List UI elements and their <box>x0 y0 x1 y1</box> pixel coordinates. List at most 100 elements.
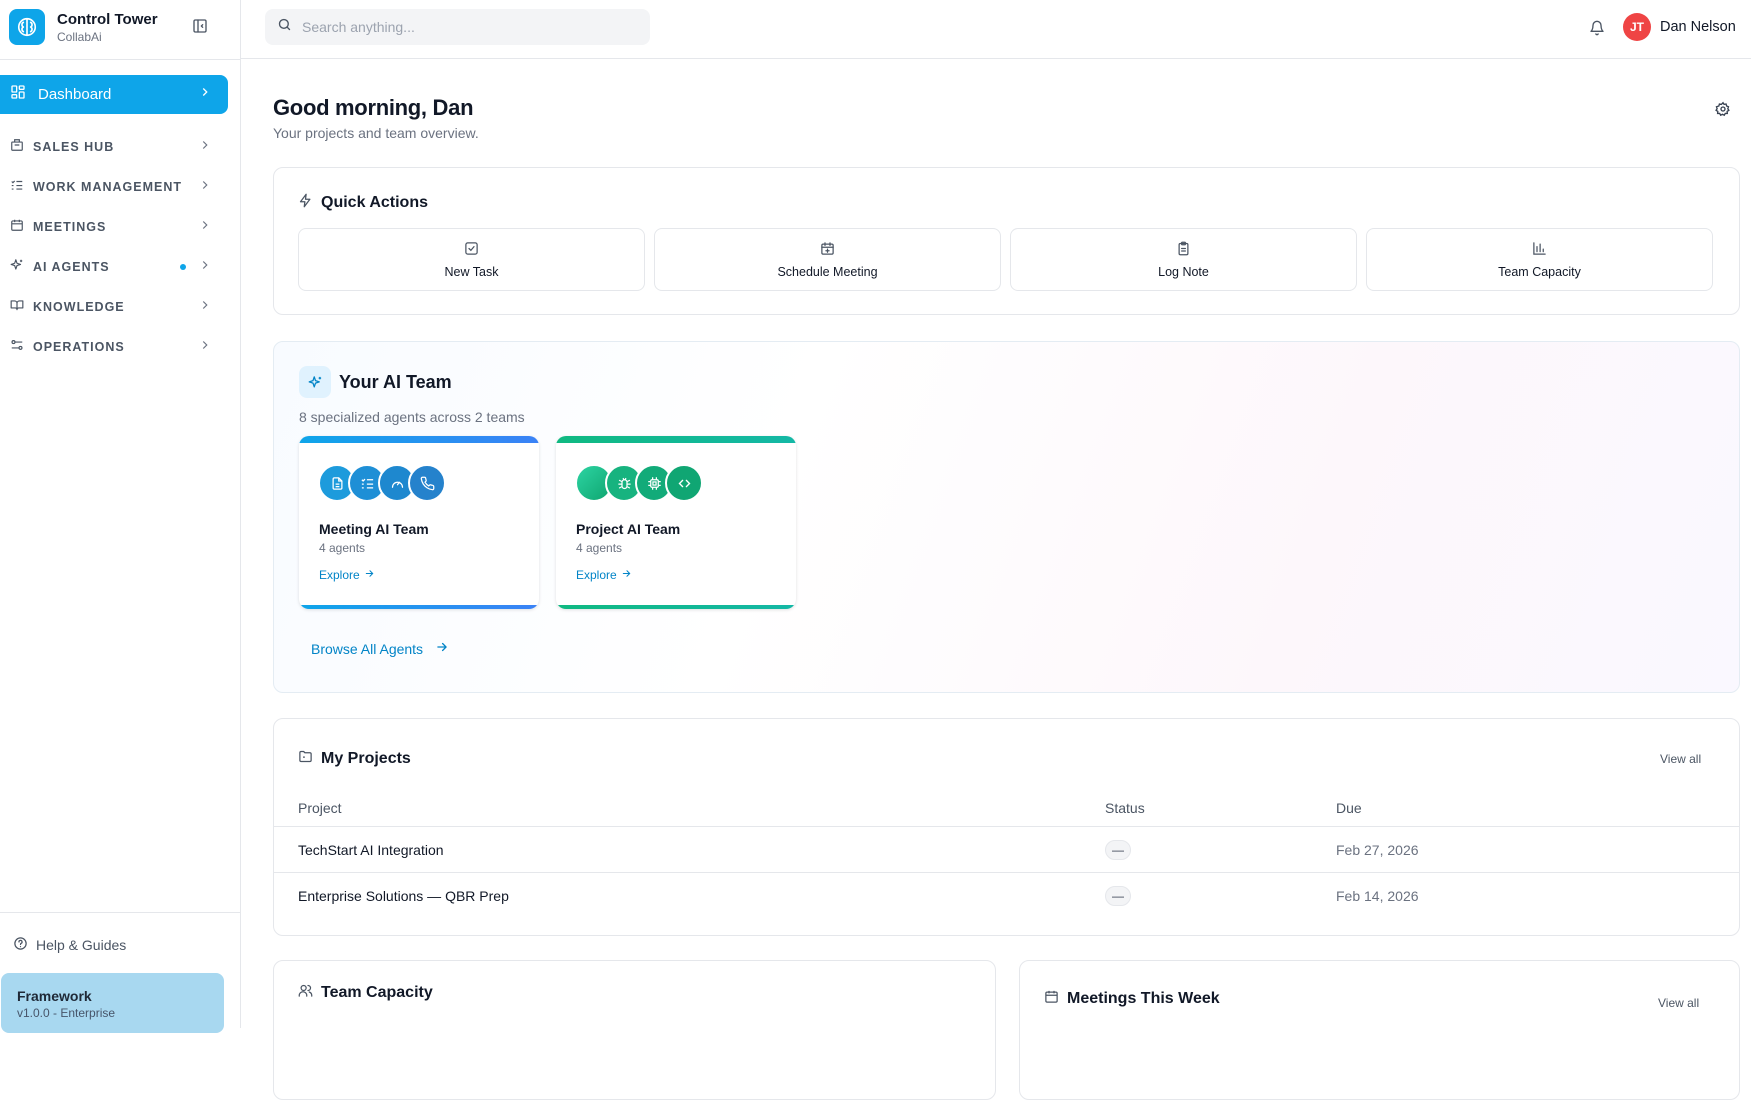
book-icon <box>10 298 24 317</box>
my-projects-title: My Projects <box>298 749 411 769</box>
sidebar-item-label: OPERATIONS <box>33 340 125 354</box>
accent-bar <box>299 436 539 443</box>
team-capacity-title: Team Capacity <box>298 983 433 1003</box>
sidebar-item-label: MEETINGS <box>33 220 107 234</box>
due-date: Feb 14, 2026 <box>1336 888 1419 904</box>
sidebar-item-dashboard[interactable]: Dashboard <box>0 75 228 114</box>
users-icon <box>298 983 313 1003</box>
column-header[interactable]: Project <box>298 800 342 816</box>
arrow-right-icon <box>364 568 375 582</box>
bar-chart-icon <box>1532 241 1547 259</box>
browse-all-agents-link[interactable]: Browse All Agents <box>311 640 449 657</box>
calendar-icon <box>10 218 24 237</box>
page-title: Good morning, Dan <box>273 95 474 120</box>
help-circle-icon <box>13 936 28 954</box>
sidebar-item-label: KNOWLEDGE <box>33 300 125 314</box>
chevron-right-icon <box>198 298 212 317</box>
explore-link[interactable]: Explore <box>576 568 632 582</box>
user-menu[interactable]: JT Dan Nelson <box>1623 13 1736 41</box>
sidebar-item-meetings[interactable]: MEETINGS <box>0 207 228 247</box>
sidebar-item-work-management[interactable]: WORK MANAGEMENT <box>0 167 228 207</box>
meetings-this-week-card: Meetings This Week View all <box>1019 960 1740 1100</box>
arrow-right-icon <box>435 640 449 657</box>
team-capacity-card: Team Capacity <box>273 960 996 1100</box>
sparkles-icon <box>10 258 24 277</box>
team-name: Project AI Team <box>576 521 681 537</box>
accent-bar <box>556 436 796 443</box>
building-icon <box>10 138 24 157</box>
brand-subtitle: CollabAi <box>57 29 102 44</box>
page-subtitle: Your projects and team overview. <box>273 125 479 141</box>
sidebar: Control Tower CollabAi Dashboard SALES H… <box>0 0 241 1033</box>
lightning-icon <box>298 193 313 213</box>
table-row[interactable]: Enterprise Solutions — QBR Prep — Feb 14… <box>274 873 1739 919</box>
chevron-right-icon <box>198 258 212 277</box>
calendar-icon <box>1044 989 1059 1009</box>
view-all-projects-link[interactable]: View all <box>1660 752 1701 766</box>
status-badge: — <box>1105 839 1131 860</box>
sidebar-item-knowledge[interactable]: KNOWLEDGE <box>0 287 228 327</box>
chevron-right-icon <box>198 178 212 197</box>
topbar: JT Dan Nelson <box>241 0 1751 59</box>
chevron-right-icon <box>198 138 212 157</box>
project-name: Enterprise Solutions — QBR Prep <box>298 888 509 904</box>
column-header[interactable]: Status <box>1105 800 1145 816</box>
avatar: JT <box>1623 13 1651 41</box>
search-box[interactable] <box>265 9 650 45</box>
brain-logo-icon <box>9 9 45 45</box>
sidebar-item-label: WORK MANAGEMENT <box>33 180 183 194</box>
framework-badge[interactable]: Framework v1.0.0 - Enterprise <box>1 973 224 1033</box>
accent-bar <box>299 605 539 609</box>
arrow-right-icon <box>621 568 632 582</box>
quick-actions-card: Quick Actions New Task Schedule Meeting … <box>273 167 1740 315</box>
check-square-icon <box>464 241 479 259</box>
ai-team-subtitle: 8 specialized agents across 2 teams <box>299 409 525 425</box>
sliders-icon <box>10 338 24 357</box>
due-date: Feb 27, 2026 <box>1336 841 1419 858</box>
framework-title: Framework <box>17 988 92 1004</box>
sidebar-item-label: SALES HUB <box>33 140 115 154</box>
agent-count: 4 agents <box>319 541 366 555</box>
explore-link[interactable]: Explore <box>319 568 375 582</box>
table-row[interactable]: TechStart AI Integration — Feb 27, 2026 <box>274 827 1739 873</box>
team-capacity-button[interactable]: Team Capacity <box>1366 228 1713 291</box>
checklist-icon <box>10 178 24 197</box>
project-ai-team-card[interactable]: Project AI Team 4 agents Explore <box>556 436 796 609</box>
dashboard-grid-icon <box>10 84 26 105</box>
column-header[interactable]: Due <box>1336 800 1362 816</box>
sidebar-item-sales-hub[interactable]: SALES HUB <box>0 127 228 167</box>
sparkles-icon <box>299 366 331 398</box>
bell-icon[interactable] <box>1585 16 1609 40</box>
sidebar-item-ai-agents[interactable]: AI AGENTS <box>0 247 228 287</box>
search-icon <box>277 17 292 37</box>
meetings-title: Meetings This Week <box>1044 989 1220 1009</box>
framework-version: v1.0.0 - Enterprise <box>17 1006 116 1020</box>
clipboard-icon <box>1176 241 1191 259</box>
help-guides-link[interactable]: Help & Guides <box>13 936 126 954</box>
folder-icon <box>298 749 313 769</box>
gear-icon[interactable] <box>1711 97 1735 121</box>
main-content: Good morning, Dan Your projects and team… <box>241 59 1751 1100</box>
accent-bar <box>556 605 796 609</box>
schedule-meeting-button[interactable]: Schedule Meeting <box>654 228 1001 291</box>
code-icon <box>665 464 703 502</box>
search-input[interactable] <box>302 19 632 35</box>
brand-title: Control Tower <box>57 10 158 28</box>
new-task-button[interactable]: New Task <box>298 228 645 291</box>
log-note-button[interactable]: Log Note <box>1010 228 1357 291</box>
divider <box>0 59 240 60</box>
divider <box>0 912 240 913</box>
user-name: Dan Nelson <box>1660 19 1736 35</box>
sidebar-collapse-icon[interactable] <box>182 8 218 44</box>
view-all-meetings-link[interactable]: View all <box>1658 996 1699 1010</box>
ai-team-title: Your AI Team <box>299 366 452 398</box>
meeting-ai-team-card[interactable]: Meeting AI Team 4 agents Explore <box>299 436 539 609</box>
calendar-plus-icon <box>820 241 835 259</box>
ai-team-card: Your AI Team 8 specialized agents across… <box>273 341 1740 693</box>
new-indicator-dot <box>180 264 186 270</box>
status-badge: — <box>1105 886 1131 906</box>
chevron-right-icon <box>198 338 212 357</box>
quick-actions-title: Quick Actions <box>298 193 428 213</box>
sidebar-item-operations[interactable]: OPERATIONS <box>0 327 228 367</box>
sidebar-item-label: Dashboard <box>38 86 112 103</box>
